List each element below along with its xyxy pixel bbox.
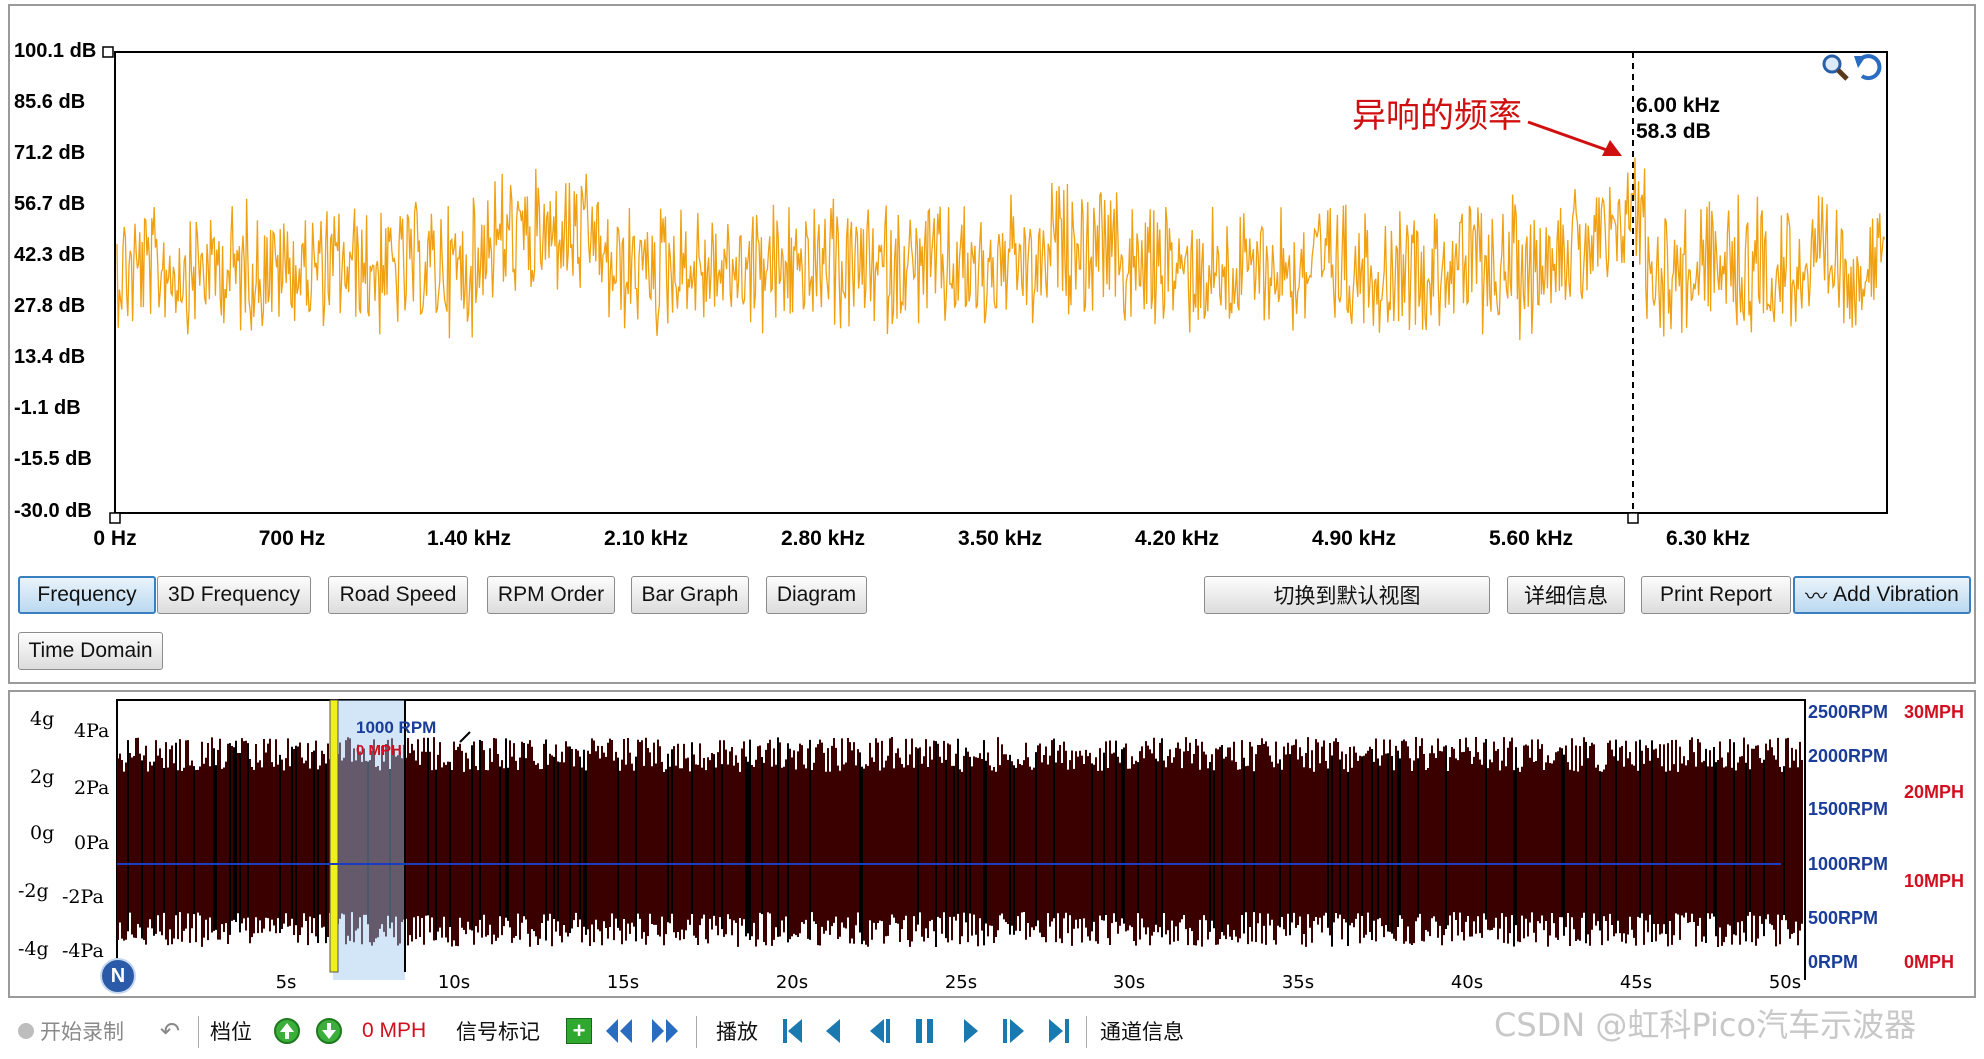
add-vibration-label: Add Vibration (1833, 583, 1959, 606)
toolbar-separator (198, 1016, 199, 1048)
road-speed-view-button[interactable]: Road Speed (328, 576, 468, 614)
x-tick: 0 Hz (93, 527, 137, 550)
toolbar-separator (696, 1016, 697, 1048)
bar-graph-view-button[interactable]: Bar Graph (631, 576, 749, 614)
vibration-icon: 〰 (1805, 584, 1828, 609)
mph-tick: 20MPH (1904, 782, 1965, 802)
axis-top-handle (102, 46, 114, 58)
add-vibration-button[interactable]: 〰 Add Vibration (1793, 576, 1971, 614)
mph-tick: 10MPH (1904, 871, 1965, 891)
time-domain-view-button[interactable]: Time Domain (18, 632, 163, 670)
play-icon[interactable] (960, 1016, 982, 1051)
frame-forward-icon[interactable] (1000, 1016, 1026, 1051)
speed-readout: 0 MPH (362, 1019, 427, 1042)
prev-mark-icon[interactable] (604, 1016, 638, 1051)
print-report-button[interactable]: Print Report (1641, 576, 1791, 614)
toolbar-separator (1086, 1016, 1087, 1048)
undo-icon[interactable]: ↶ (160, 1010, 180, 1052)
record-button[interactable]: 开始录制 (18, 1010, 124, 1052)
x-tick: 3.50 kHz (957, 527, 1043, 550)
frequency-view-button[interactable]: Frequency (18, 576, 156, 614)
time-tick: 25s (944, 972, 978, 993)
mph-tick: 0MPH (1904, 952, 1955, 972)
gear-up-icon[interactable] (274, 1018, 300, 1044)
step-back-icon[interactable] (822, 1016, 844, 1051)
frame-back-icon[interactable] (868, 1016, 894, 1051)
time-tick: 20s (775, 972, 809, 993)
skip-to-start-icon[interactable] (780, 1016, 806, 1051)
marker-mph: 0 MPH (356, 742, 402, 759)
playhead-marker[interactable] (329, 699, 339, 973)
cursor-frequency: 6.00 kHz (1636, 94, 1721, 117)
rpm-tick: 1500RPM (1808, 799, 1889, 819)
channel-info-button[interactable]: 通道信息 (1100, 1010, 1184, 1052)
time-tick: 10s (437, 972, 471, 993)
time-tick: 15s (606, 972, 640, 993)
add-mark-icon[interactable]: + (566, 1018, 592, 1044)
mph-tick: 30MPH (1904, 702, 1965, 722)
time-domain-plot[interactable] (0, 690, 1984, 980)
marker-rpm: 1000 RPM (356, 718, 437, 737)
playback-label: 播放 (716, 1021, 758, 1044)
zoom-icon[interactable] (1820, 52, 1850, 82)
time-tick: 50s (1768, 972, 1802, 993)
time-tick: 40s (1450, 972, 1484, 993)
diagram-view-button[interactable]: Diagram (766, 576, 867, 614)
rpm-tick: 0RPM (1808, 952, 1859, 972)
cursor-handle[interactable] (1627, 512, 1639, 524)
gear-badge-label: N (110, 964, 126, 987)
x-tick: 1.40 kHz (426, 527, 512, 550)
rpm-tick: 2000RPM (1808, 746, 1889, 766)
x-tick: 700 Hz (258, 527, 326, 550)
record-label: 开始录制 (40, 1021, 124, 1044)
3d-frequency-view-button[interactable]: 3D Frequency (157, 576, 311, 614)
gear-label: 档位 (210, 1021, 252, 1044)
x-tick: 5.60 kHz (1488, 527, 1574, 550)
rpm-tick: 2500RPM (1808, 702, 1889, 722)
watermark: CSDN @虹科Pico汽车示波器 (1494, 1006, 1917, 1044)
default-view-button[interactable]: 切换到默认视图 (1204, 576, 1490, 614)
time-tick: 45s (1619, 972, 1653, 993)
undo-zoom-icon[interactable] (1852, 52, 1882, 82)
rpm-order-view-button[interactable]: RPM Order (487, 576, 615, 614)
x-tick: 4.90 kHz (1311, 527, 1397, 550)
gear-down-icon[interactable] (316, 1018, 342, 1044)
rpm-tick: 500RPM (1808, 908, 1879, 928)
next-mark-icon[interactable] (648, 1016, 682, 1051)
rpm-tick: 1000RPM (1808, 854, 1889, 874)
x-tick: 4.20 kHz (1134, 527, 1220, 550)
annotation-label: 异响的频率 (1352, 96, 1522, 136)
time-tick: 5s (275, 972, 297, 993)
signal-mark-label: 信号标记 (456, 1021, 540, 1044)
frequency-plot[interactable] (0, 0, 1984, 560)
pause-icon[interactable] (912, 1016, 938, 1051)
x-tick: 2.80 kHz (780, 527, 866, 550)
x-tick: 6.30 kHz (1665, 527, 1751, 550)
gear-badge[interactable]: N (100, 958, 136, 994)
axis-bottom-handle (109, 512, 121, 524)
cursor-level: 58.3 dB (1636, 120, 1711, 143)
record-dot-icon (18, 1023, 34, 1039)
x-tick: 2.10 kHz (603, 527, 689, 550)
skip-to-end-icon[interactable] (1046, 1016, 1072, 1051)
time-tick: 30s (1112, 972, 1146, 993)
time-tick: 35s (1281, 972, 1315, 993)
details-button[interactable]: 详细信息 (1507, 576, 1625, 614)
